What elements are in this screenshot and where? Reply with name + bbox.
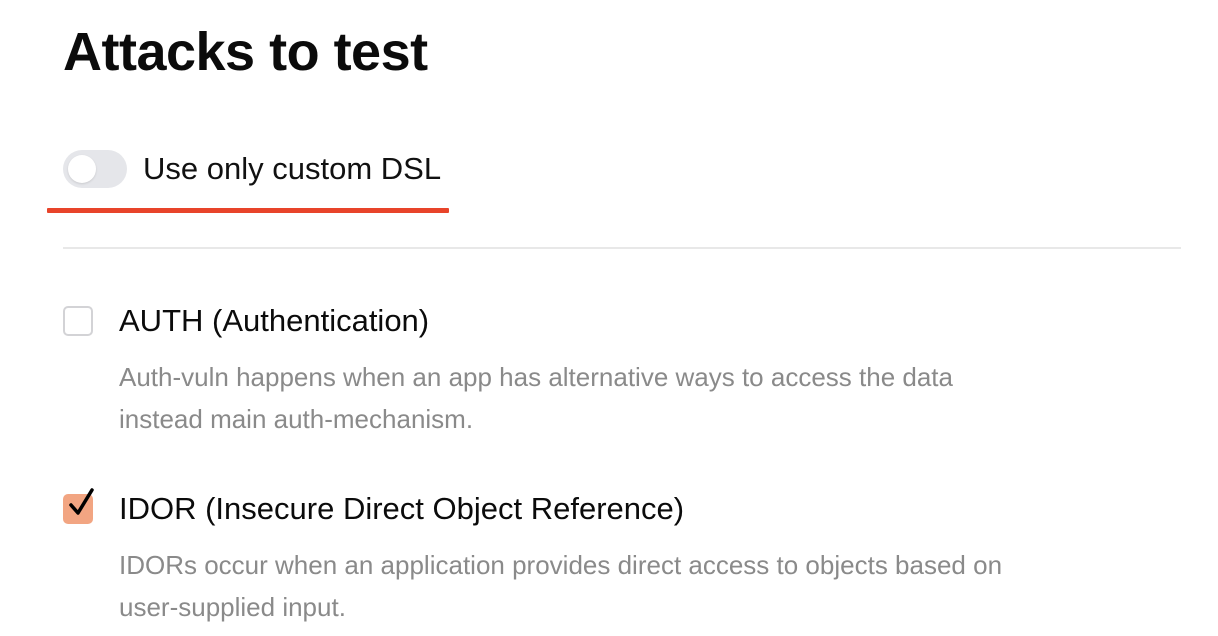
attack-description-line: instead main auth-mechanism. bbox=[119, 404, 474, 434]
highlight-underline bbox=[47, 208, 449, 213]
attack-header-auth: AUTH (Authentication) bbox=[63, 300, 1143, 342]
section-divider bbox=[63, 247, 1181, 249]
custom-dsl-toggle-switch[interactable] bbox=[63, 150, 127, 188]
custom-dsl-toggle-row[interactable]: Use only custom DSL bbox=[63, 148, 441, 190]
attacks-settings-page: Attacks to test Use only custom DSL AUTH… bbox=[0, 0, 1218, 636]
attack-item-idor: IDOR (Insecure Direct Object Reference) … bbox=[63, 488, 1143, 628]
attack-description-idor: IDORs occur when an application provides… bbox=[119, 544, 1079, 628]
attack-description-line: Auth-vuln happens when an app has altern… bbox=[119, 362, 953, 392]
page-title: Attacks to test bbox=[63, 22, 428, 82]
attack-name-auth[interactable]: AUTH (Authentication) bbox=[119, 300, 429, 342]
attack-name-idor[interactable]: IDOR (Insecure Direct Object Reference) bbox=[119, 488, 684, 530]
attack-header-idor: IDOR (Insecure Direct Object Reference) bbox=[63, 488, 1143, 530]
attack-description-line: user-supplied input. bbox=[119, 592, 346, 622]
custom-dsl-toggle-label[interactable]: Use only custom DSL bbox=[143, 148, 441, 190]
checkmark-icon bbox=[69, 488, 94, 515]
toggle-knob-icon bbox=[68, 155, 96, 183]
auth-checkbox[interactable] bbox=[63, 306, 93, 336]
attack-description-line: IDORs occur when an application provides… bbox=[119, 550, 1003, 580]
attack-description-auth: Auth-vuln happens when an app has altern… bbox=[119, 356, 1079, 440]
idor-checkbox[interactable] bbox=[63, 488, 94, 524]
attack-item-auth: AUTH (Authentication) Auth-vuln happens … bbox=[63, 300, 1143, 440]
